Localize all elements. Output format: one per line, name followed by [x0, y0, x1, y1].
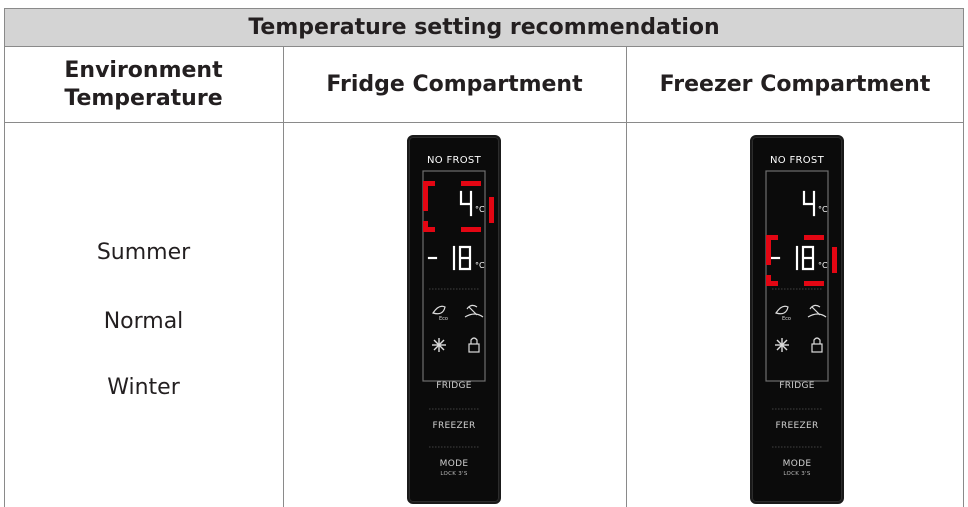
panel-display: °C °C Eco: [422, 170, 494, 448]
snowflake-icon: [775, 338, 789, 352]
freezer-temp-readout: [427, 245, 472, 271]
header-environment-line1: Environment: [64, 57, 223, 83]
svg-text:Eco: Eco: [782, 316, 791, 322]
svg-text:Eco: Eco: [439, 316, 448, 322]
table-title: Temperature setting recommendation: [248, 14, 720, 40]
fridge-button[interactable]: FRIDGE: [409, 381, 499, 391]
environment-summer: Summer: [96, 240, 191, 265]
fridge-unit: °C: [475, 205, 485, 214]
freezer-unit: °C: [818, 261, 828, 270]
freezer-unit: °C: [475, 261, 485, 270]
mode-button[interactable]: MODE: [752, 459, 842, 469]
lock-icon: [468, 337, 480, 353]
header-environment-line2: Temperature: [64, 85, 223, 111]
freezer-temp-readout: [770, 245, 815, 271]
grid-line: [4, 8, 964, 9]
display-frame: [765, 170, 829, 382]
control-panel-freezer: NO FROST °C °C Eco FRIDGE FREEZER MODE L…: [750, 135, 844, 504]
lock-icon: [811, 337, 823, 353]
environment-normal: Normal: [103, 309, 184, 334]
header-freezer: Freezer Compartment: [659, 71, 931, 97]
recommendation-table: Temperature setting recommendation Envir…: [0, 0, 968, 507]
header-environment: Environment Temperature: [4, 47, 283, 122]
display-frame: [422, 170, 486, 382]
fridge-button[interactable]: FRIDGE: [752, 381, 842, 391]
grid-line: [4, 122, 964, 123]
fridge-temp-readout: [802, 190, 816, 217]
fridge-temp-readout: [459, 190, 473, 217]
environment-winter: Winter: [107, 375, 180, 400]
holiday-beach-icon: [464, 304, 484, 318]
freezer-button[interactable]: FREEZER: [752, 421, 842, 431]
freezer-button[interactable]: FREEZER: [409, 421, 499, 431]
mode-button[interactable]: MODE: [409, 459, 499, 469]
header-fridge: Fridge Compartment: [326, 71, 583, 97]
holiday-beach-icon: [807, 304, 827, 318]
eco-leaf-icon: Eco: [775, 305, 791, 322]
eco-leaf-icon: Eco: [432, 305, 448, 322]
mode-lock-label: LOCK 3'S: [440, 471, 468, 477]
panel-display: °C °C Eco: [765, 170, 837, 448]
fridge-unit: °C: [818, 205, 828, 214]
mode-lock-label: LOCK 3'S: [783, 471, 811, 477]
control-panel-fridge: NO FROST °C °C Eco FRIDGE FREEZER MODE L…: [407, 135, 501, 504]
snowflake-icon: [432, 338, 446, 352]
